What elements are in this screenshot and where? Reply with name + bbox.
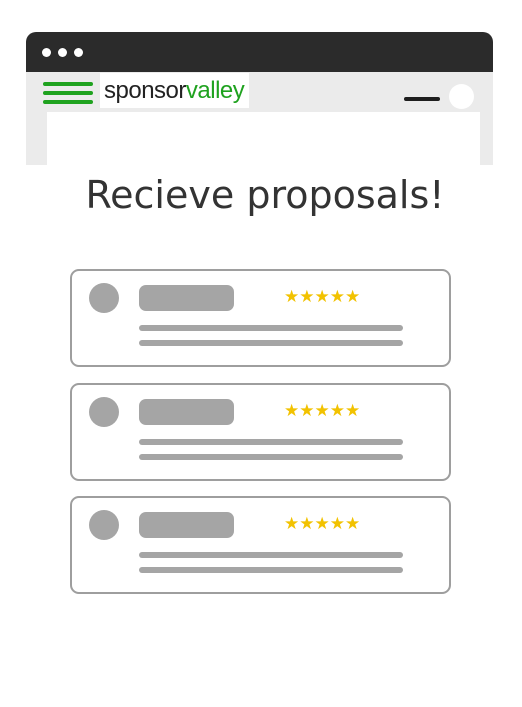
window-control-dot[interactable] (42, 48, 51, 57)
site-logo[interactable]: sponsorvalley (100, 73, 249, 108)
avatar-placeholder (89, 510, 119, 540)
name-placeholder (139, 399, 234, 425)
hamburger-menu-icon[interactable] (43, 82, 93, 106)
text-line-placeholder (139, 454, 403, 460)
window-titlebar (26, 32, 493, 72)
text-line-placeholder (139, 567, 403, 573)
nav-bar-icon[interactable] (404, 97, 440, 101)
avatar-placeholder (89, 397, 119, 427)
name-placeholder (139, 512, 234, 538)
page-heading: Recieve proposals! (85, 173, 445, 217)
profile-avatar-icon[interactable] (449, 84, 474, 109)
name-placeholder (139, 285, 234, 311)
star-rating: ★★★★★ (284, 514, 361, 534)
text-line-placeholder (139, 439, 403, 445)
text-line-placeholder (139, 340, 403, 346)
text-line-placeholder (139, 552, 403, 558)
star-rating: ★★★★★ (284, 287, 361, 307)
window-control-dot[interactable] (74, 48, 83, 57)
avatar-placeholder (89, 283, 119, 313)
proposal-card[interactable]: ★★★★★ (70, 496, 451, 594)
proposal-card[interactable]: ★★★★★ (70, 383, 451, 481)
text-line-placeholder (139, 325, 403, 331)
proposal-card[interactable]: ★★★★★ (70, 269, 451, 367)
window-control-dot[interactable] (58, 48, 67, 57)
star-rating: ★★★★★ (284, 401, 361, 421)
